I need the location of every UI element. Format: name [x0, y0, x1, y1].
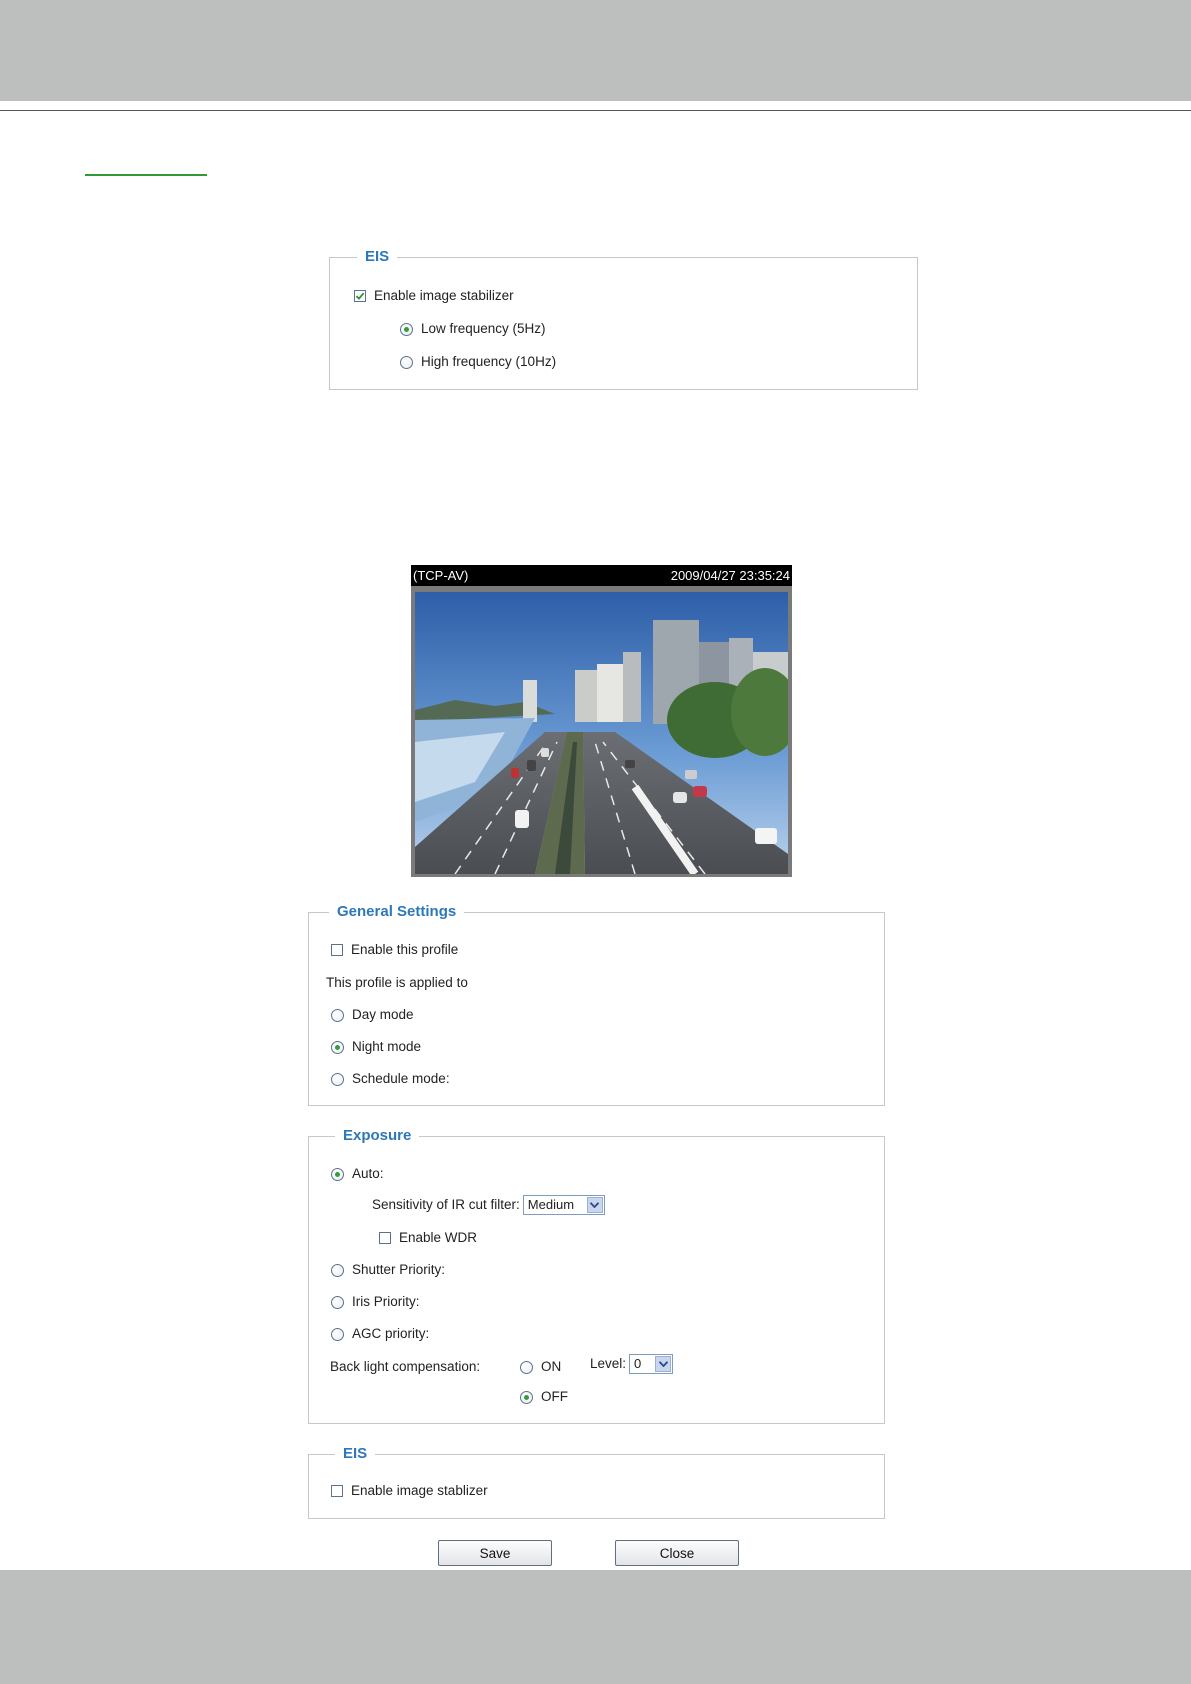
- ir-cut-filter-select[interactable]: Medium: [522, 1195, 605, 1215]
- agc-priority-label: AGC priority:: [352, 1326, 430, 1341]
- video-timestamp: 2009/04/27 23:35:24: [670, 568, 790, 583]
- eis-panel-bottom: EIS Enable image stablizer: [308, 1445, 885, 1519]
- chevron-down-icon: [586, 1197, 603, 1213]
- blc-label: Back light compensation:: [330, 1359, 481, 1374]
- eis-high-frequency-radio[interactable]: [400, 355, 413, 369]
- blc-on-radio[interactable]: [520, 1360, 533, 1374]
- night-mode-option[interactable]: Night mode: [331, 1039, 421, 1055]
- header-rule: [0, 110, 1191, 111]
- save-button[interactable]: Save: [438, 1540, 552, 1566]
- day-mode-option[interactable]: Day mode: [331, 1007, 414, 1023]
- iris-priority-label: Iris Priority:: [352, 1294, 420, 1309]
- chevron-down-icon: [655, 1356, 672, 1372]
- eis-high-frequency-label: High frequency (10Hz): [421, 354, 557, 369]
- enable-profile-row[interactable]: Enable this profile: [331, 942, 458, 958]
- schedule-mode-label: Schedule mode:: [352, 1071, 450, 1086]
- header-band: [0, 0, 1191, 101]
- eis-bottom-enable-label: Enable image stablizer: [351, 1483, 488, 1498]
- video-status-bar: (TCP-AV) 2009/04/27 23:35:24: [411, 565, 792, 586]
- blc-level-value: 0: [634, 1356, 642, 1371]
- footer-band: [0, 1570, 1191, 1684]
- eis-high-frequency-option[interactable]: High frequency (10Hz): [400, 354, 556, 370]
- eis-enable-row[interactable]: Enable image stabilizer: [354, 288, 514, 304]
- general-settings-panel: General Settings Enable this profile Thi…: [308, 903, 885, 1106]
- blc-level-select[interactable]: 0: [629, 1354, 674, 1374]
- eis-bottom-legend: EIS: [335, 1445, 376, 1463]
- wdr-label: Enable WDR: [399, 1230, 478, 1245]
- eis-enable-label: Enable image stabilizer: [374, 288, 514, 303]
- iris-priority-radio[interactable]: [331, 1295, 344, 1309]
- video-protocol: (TCP-AV): [413, 568, 469, 583]
- enable-profile-checkbox[interactable]: [331, 944, 343, 956]
- night-mode-radio[interactable]: [331, 1040, 344, 1054]
- eis-bottom-enable-row[interactable]: Enable image stablizer: [331, 1483, 488, 1499]
- ir-cut-filter-label: Sensitivity of IR cut filter:: [372, 1197, 520, 1212]
- blc-on-option[interactable]: ON: [520, 1359, 561, 1375]
- auto-label: Auto:: [352, 1166, 384, 1181]
- checkmark-icon: [355, 292, 365, 300]
- eis-panel-top: EIS Enable image stabilizer Low frequenc…: [329, 248, 918, 390]
- wdr-row[interactable]: Enable WDR: [379, 1230, 477, 1246]
- close-button[interactable]: Close: [615, 1540, 739, 1566]
- ir-cut-filter-row: Sensitivity of IR cut filter: Medium: [372, 1195, 605, 1215]
- auto-option[interactable]: Auto:: [331, 1166, 384, 1182]
- applied-to-label: This profile is applied to: [326, 975, 468, 990]
- live-video-image: [415, 592, 788, 874]
- blc-level-label: Level:: [590, 1356, 627, 1371]
- eis-low-frequency-option[interactable]: Low frequency (5Hz): [400, 321, 546, 337]
- day-mode-label: Day mode: [352, 1007, 414, 1022]
- agc-priority-option[interactable]: AGC priority:: [331, 1326, 429, 1342]
- night-mode-label: Night mode: [352, 1039, 422, 1054]
- wdr-checkbox[interactable]: [379, 1232, 391, 1244]
- blc-off-option[interactable]: OFF: [520, 1389, 568, 1405]
- blc-off-label: OFF: [541, 1389, 568, 1404]
- schedule-mode-option[interactable]: Schedule mode:: [331, 1071, 450, 1087]
- applied-to-text: This profile is applied to: [326, 975, 468, 991]
- blc-off-radio[interactable]: [520, 1390, 533, 1404]
- eis-low-frequency-radio[interactable]: [400, 322, 413, 336]
- shutter-priority-option[interactable]: Shutter Priority:: [331, 1262, 445, 1278]
- day-mode-radio[interactable]: [331, 1008, 344, 1022]
- eis-enable-checkbox[interactable]: [354, 290, 366, 302]
- blc-level-row: Level: 0: [590, 1354, 674, 1374]
- section-underline: [85, 174, 207, 176]
- eis-low-frequency-label: Low frequency (5Hz): [421, 321, 546, 336]
- shutter-priority-label: Shutter Priority:: [352, 1262, 446, 1277]
- eis-bottom-enable-checkbox[interactable]: [331, 1485, 343, 1497]
- ir-cut-filter-value: Medium: [527, 1197, 575, 1212]
- exposure-legend: Exposure: [335, 1127, 420, 1145]
- exposure-panel: Exposure Auto: Sensitivity of IR cut fil…: [308, 1127, 885, 1424]
- eis-legend: EIS: [357, 248, 398, 266]
- blc-label-row: Back light compensation:: [330, 1359, 480, 1375]
- general-settings-legend: General Settings: [329, 903, 465, 921]
- schedule-mode-radio[interactable]: [331, 1072, 344, 1086]
- live-video-frame: [411, 586, 792, 877]
- enable-profile-label: Enable this profile: [351, 942, 459, 957]
- auto-radio[interactable]: [331, 1167, 344, 1181]
- blc-on-label: ON: [541, 1359, 562, 1374]
- agc-priority-radio[interactable]: [331, 1327, 344, 1341]
- iris-priority-option[interactable]: Iris Priority:: [331, 1294, 420, 1310]
- shutter-priority-radio[interactable]: [331, 1263, 344, 1277]
